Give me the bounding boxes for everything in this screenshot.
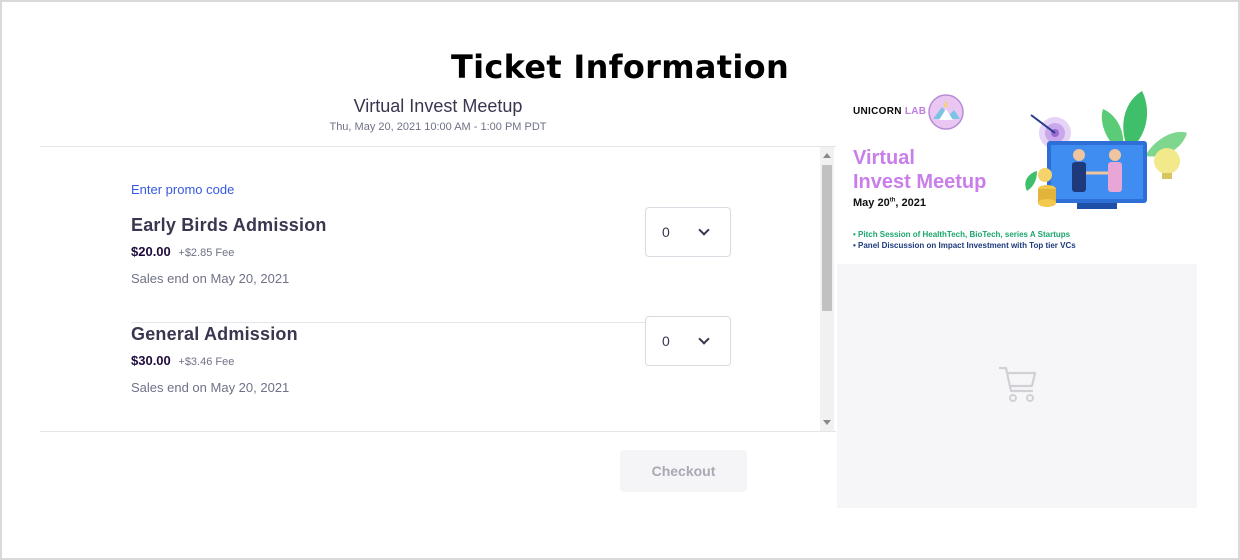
event-banner: UNICORN LAB Virtual Invest Meetup May 20…: [837, 86, 1197, 264]
banner-title-line2: Invest Meetup: [853, 171, 987, 193]
ticket-price-row: $30.00 +$3.46 Fee: [131, 353, 731, 368]
unicorn-lab-logo: [928, 94, 964, 130]
scroll-up-arrow-icon[interactable]: [823, 153, 831, 158]
checkout-button[interactable]: Checkout: [620, 450, 747, 492]
ticket-name: General Admission: [131, 324, 298, 344]
banner-date-year: , 2021: [895, 197, 926, 209]
page-title: Ticket Information: [450, 48, 790, 86]
scrollbar-thumb[interactable]: [822, 165, 832, 311]
quantity-select[interactable]: 0: [645, 316, 731, 366]
ticket-sales-end: Sales end on May 20, 2021: [131, 271, 290, 286]
logo-main-text: UNICORN: [853, 106, 902, 117]
ticket-item-general: General Admission $30.00 +$3.46 Fee Sale…: [131, 316, 731, 431]
unicorn-lab-logo-text: UNICORN LAB: [853, 106, 926, 117]
banner-bullets: • Pitch Session of HealthTech, BioTech, …: [853, 229, 1076, 251]
ticket-fee: +$2.85 Fee: [178, 247, 235, 259]
event-header: Virtual Invest Meetup Thu, May 20, 2021 …: [40, 96, 836, 133]
ticket-item-early-birds: Early Birds Admission $20.00 +$2.85 Fee …: [131, 207, 731, 323]
meetup-illustration: [1025, 91, 1187, 209]
order-summary-panel: UNICORN LAB Virtual Invest Meetup May 20…: [837, 86, 1197, 508]
banner-title: Virtual Invest Meetup: [853, 146, 986, 194]
logo-accent-text: LAB: [904, 106, 927, 117]
quantity-select[interactable]: 0: [645, 207, 731, 257]
banner-bullet-2: • Panel Discussion on Impact Investment …: [853, 241, 1076, 250]
event-name: Virtual Invest Meetup: [353, 96, 523, 116]
ticket-price: $30.00: [131, 353, 171, 368]
promo-code-link[interactable]: Enter promo code: [131, 182, 234, 197]
ticket-price-row: $20.00 +$2.85 Fee: [131, 244, 731, 259]
banner-bullet-1: • Pitch Session of HealthTech, BioTech, …: [853, 230, 1071, 239]
banner-title-line1: Virtual: [853, 147, 915, 169]
quantity-value: 0: [662, 224, 670, 240]
ticket-list: Enter promo code Early Birds Admission $…: [40, 147, 836, 431]
banner-date: May 20th, 2021: [853, 197, 926, 209]
chevron-down-icon: [698, 224, 710, 236]
ticket-sales-end: Sales end on May 20, 2021: [131, 380, 290, 395]
scrollbar[interactable]: [820, 147, 834, 431]
quantity-value: 0: [662, 333, 670, 349]
event-datetime: Thu, May 20, 2021 10:00 AM - 1:00 PM PDT: [329, 121, 547, 133]
ticket-name: Early Birds Admission: [131, 215, 327, 235]
divider: [40, 431, 836, 432]
cart-icon: [999, 366, 1037, 402]
scroll-down-arrow-icon[interactable]: [823, 420, 831, 425]
ticket-fee: +$3.46 Fee: [178, 356, 235, 368]
banner-date-main: May 20: [853, 197, 890, 209]
ticket-price: $20.00: [131, 244, 171, 259]
chevron-down-icon: [698, 333, 710, 345]
